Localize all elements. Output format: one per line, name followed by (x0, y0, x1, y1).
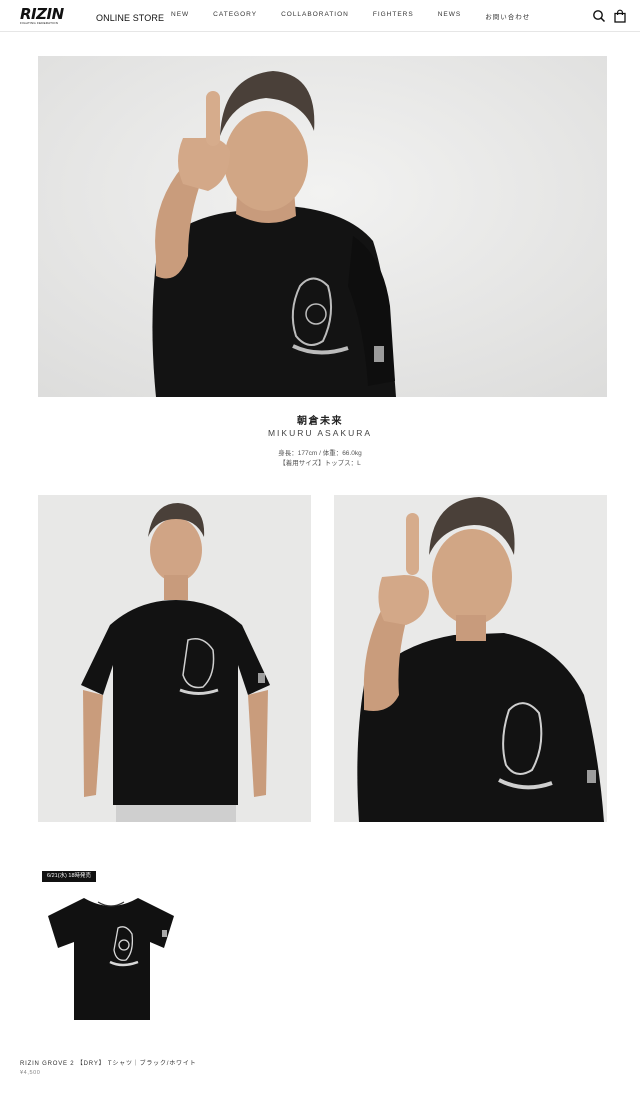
main-nav: NEW CATEGORY COLLABORATION FIGHTERS NEWS… (171, 11, 530, 21)
nav-category[interactable]: CATEGORY (213, 11, 257, 21)
fighter-standing-photo (38, 495, 311, 822)
cart-icon[interactable] (613, 9, 627, 23)
nav-new[interactable]: NEW (171, 11, 189, 21)
fighter-wearing-size: 【着用サイズ】トップス：L (279, 460, 361, 467)
nav-fighters[interactable]: FIGHTERS (373, 11, 414, 21)
fighter-name-japanese: 朝倉未来 (297, 416, 343, 427)
release-date-badge: 6/21(水) 18時発売 (42, 871, 97, 882)
store-logo[interactable]: RIZIN FIGHTING FEDERATION ONLINE STORE (20, 5, 165, 26)
rizin-logo: RIZIN FIGHTING FEDERATION (20, 5, 64, 26)
nav-collaboration[interactable]: COLLABORATION (281, 11, 349, 21)
hero-fighter-photo (38, 56, 607, 397)
store-label: ONLINE STORE (96, 13, 165, 23)
product-image[interactable] (46, 890, 176, 1022)
site-header: RIZIN FIGHTING FEDERATION ONLINE STORE N… (0, 0, 640, 32)
fighter-height-weight: 身長：177cm / 体重：66.0kg (278, 450, 362, 457)
product-price: ¥4,500 (20, 1070, 41, 1076)
product-card[interactable]: 6/21(水) 18時発売 RIZIN GROVE 2 【DRY】 Tシャツ｜ブ… (20, 868, 200, 1078)
nav-news[interactable]: NEWS (438, 11, 462, 21)
fighter-stats: 身長：177cm / 体重：66.0kg 【着用サイズ】トップス：L (0, 449, 640, 469)
fighter-pointing-photo (334, 495, 607, 822)
fighter-name-english: MIKURU ASAKURA (267, 428, 373, 438)
nav-contact[interactable]: お問い合わせ (485, 11, 530, 21)
search-icon[interactable] (592, 9, 606, 23)
product-title[interactable]: RIZIN GROVE 2 【DRY】 Tシャツ｜ブラック/ホワイト (20, 1058, 196, 1067)
